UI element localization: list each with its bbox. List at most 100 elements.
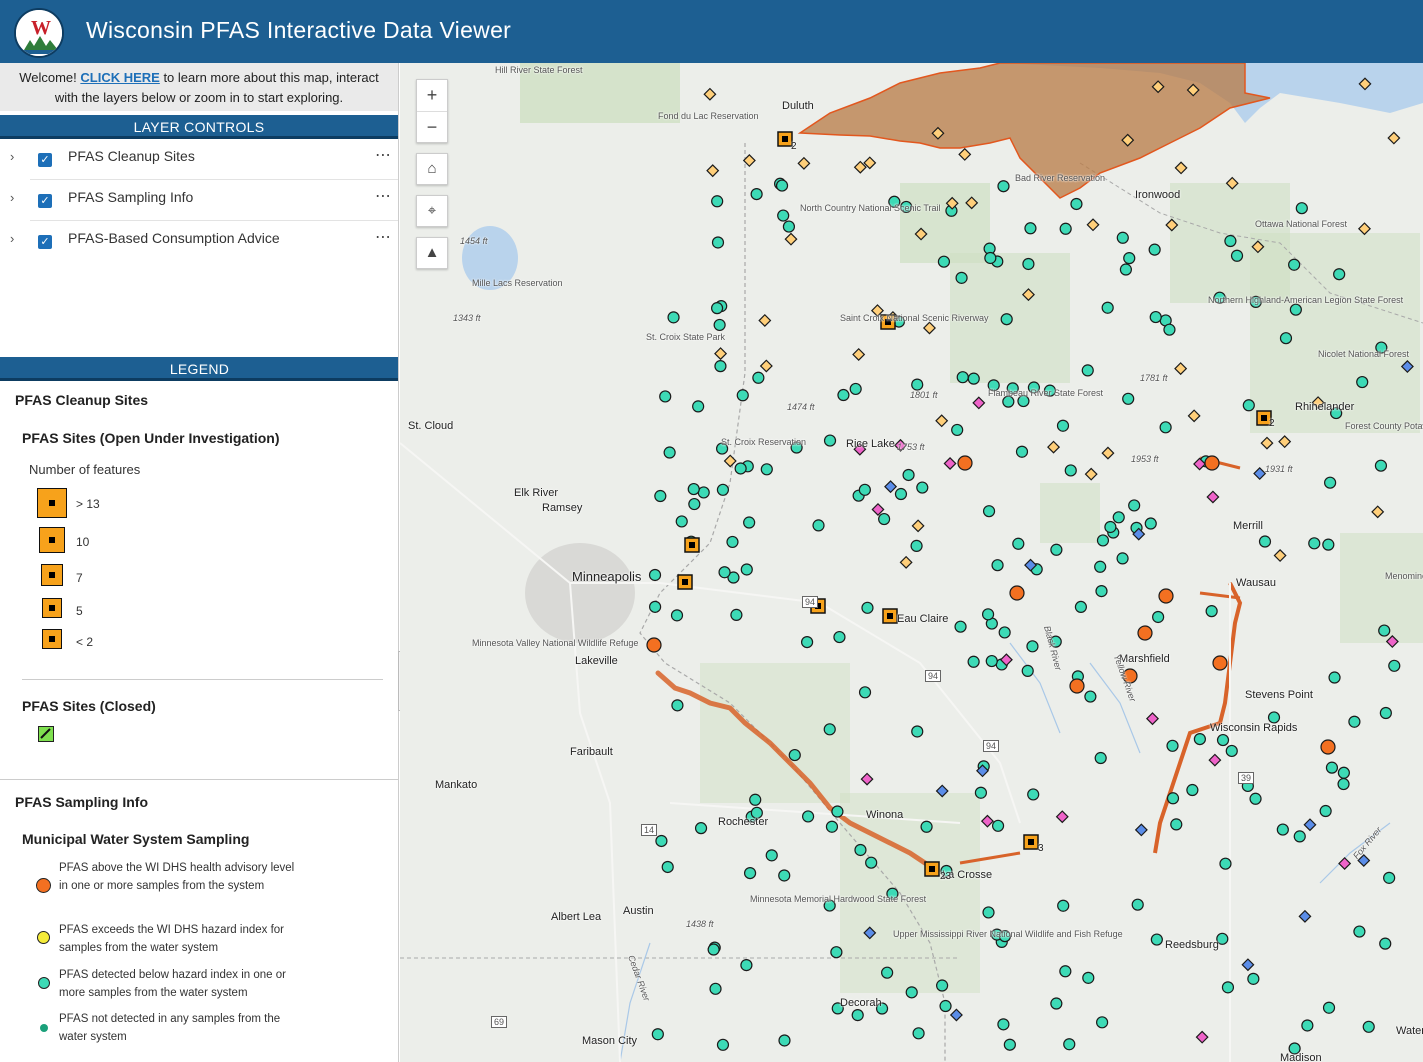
municipal-detected-marker[interactable] (752, 371, 765, 384)
consumption-advice-marker[interactable] (1273, 549, 1287, 563)
municipal-detected-marker[interactable] (1026, 640, 1039, 653)
municipal-detected-marker[interactable] (851, 1008, 864, 1022)
municipal-detected-marker[interactable] (916, 481, 929, 494)
chevron-right-icon[interactable]: › (10, 149, 14, 164)
consumption-advice-marker[interactable] (1101, 446, 1115, 460)
compass-icon[interactable]: ▲ (416, 237, 448, 269)
municipal-detected-marker[interactable] (716, 1038, 730, 1051)
consumption-advice-marker[interactable] (1047, 440, 1061, 454)
municipal-detected-marker[interactable] (782, 220, 796, 233)
municipal-detected-marker[interactable] (687, 482, 700, 496)
municipal-detected-marker[interactable] (1022, 257, 1035, 271)
municipal-detected-marker[interactable] (1152, 610, 1165, 624)
municipal-detected-marker[interactable] (750, 187, 763, 201)
municipal-detected-marker[interactable] (1064, 464, 1077, 477)
municipal-detected-marker[interactable] (1131, 898, 1144, 911)
municipal-detected-marker[interactable] (654, 489, 667, 503)
layer-row-consumption-advice[interactable]: › ✓ PFAS-Based Consumption Advice ⋯ (10, 221, 398, 262)
zoom-out-button[interactable]: − (417, 112, 447, 144)
municipal-detected-marker[interactable] (1378, 624, 1391, 637)
municipal-detected-marker[interactable] (778, 869, 791, 882)
more-options-icon[interactable]: ⋯ (375, 186, 392, 206)
municipal-detected-marker[interactable] (1119, 263, 1132, 276)
municipal-detected-marker[interactable] (655, 834, 668, 848)
sampling-diamond-marker[interactable] (1298, 909, 1312, 923)
municipal-detected-marker[interactable] (1024, 222, 1037, 235)
municipal-above-marker[interactable] (957, 455, 973, 471)
locate-icon[interactable]: ⌖ (416, 195, 448, 227)
municipal-detected-marker[interactable] (1166, 792, 1180, 805)
municipal-detected-marker[interactable] (1301, 1019, 1314, 1032)
consumption-advice-marker[interactable] (714, 347, 728, 361)
municipal-detected-marker[interactable] (912, 1027, 925, 1040)
consumption-advice-marker[interactable] (1357, 222, 1371, 236)
municipal-detected-marker[interactable] (831, 805, 844, 818)
municipal-detected-marker[interactable] (849, 382, 862, 396)
municipal-detected-marker[interactable] (1242, 399, 1255, 412)
zoom-in-button[interactable]: + (417, 80, 447, 112)
municipal-detected-marker[interactable] (967, 655, 980, 668)
municipal-detected-marker[interactable] (1081, 364, 1094, 377)
sampling-diamond-marker[interactable] (1195, 1030, 1209, 1044)
municipal-detected-marker[interactable] (865, 856, 878, 869)
municipal-detected-marker[interactable] (1219, 857, 1232, 870)
home-icon[interactable]: ⌂ (416, 153, 448, 185)
municipal-detected-marker[interactable] (984, 251, 997, 265)
municipal-detected-marker[interactable] (1325, 761, 1339, 774)
municipal-detected-marker[interactable] (760, 463, 773, 476)
consumption-advice-marker[interactable] (1174, 161, 1188, 175)
municipal-detected-marker[interactable] (743, 516, 756, 529)
municipal-detected-marker[interactable] (1221, 981, 1235, 994)
municipal-detected-marker[interactable] (1116, 552, 1129, 565)
municipal-detected-marker[interactable] (1116, 231, 1129, 244)
map-view[interactable]: Hill River State Forest Fond du Lac Rese… (400, 63, 1423, 1062)
municipal-detected-marker[interactable] (1166, 739, 1179, 752)
municipal-detected-marker[interactable] (1362, 1020, 1375, 1033)
chevron-right-icon[interactable]: › (10, 190, 14, 205)
consumption-advice-marker[interactable] (911, 519, 925, 533)
municipal-detected-marker[interactable] (1337, 766, 1350, 779)
layer-visibility-checkbox[interactable]: ✓ (38, 194, 52, 208)
municipal-detected-marker[interactable] (985, 654, 998, 668)
sampling-diamond-marker[interactable] (884, 480, 898, 494)
consumption-advice-marker[interactable] (1174, 362, 1188, 376)
municipal-detected-marker[interactable] (1193, 732, 1206, 746)
municipal-detected-marker[interactable] (1159, 421, 1172, 434)
municipal-above-marker[interactable] (646, 637, 662, 653)
layer-visibility-checkbox[interactable]: ✓ (38, 153, 52, 167)
sampling-diamond-marker[interactable] (1134, 823, 1148, 837)
municipal-detected-marker[interactable] (920, 820, 933, 833)
consumption-advice-marker[interactable] (1260, 436, 1274, 450)
municipal-detected-marker[interactable] (778, 1034, 791, 1047)
municipal-above-marker[interactable] (1009, 585, 1025, 601)
municipal-detected-marker[interactable] (830, 946, 843, 959)
municipal-detected-marker[interactable] (1021, 664, 1034, 677)
sampling-diamond-marker[interactable] (1206, 490, 1220, 504)
municipal-detected-marker[interactable] (1319, 804, 1332, 818)
sampling-diamond-marker[interactable] (1338, 856, 1352, 870)
municipal-detected-marker[interactable] (1095, 584, 1108, 598)
municipal-detected-marker[interactable] (1374, 459, 1388, 472)
municipal-detected-marker[interactable] (1356, 375, 1369, 389)
municipal-detected-marker[interactable] (1279, 332, 1293, 345)
municipal-detected-marker[interactable] (661, 860, 674, 874)
municipal-detected-marker[interactable] (1144, 517, 1157, 530)
municipal-detected-marker[interactable] (951, 423, 964, 437)
municipal-detected-marker[interactable] (854, 843, 867, 857)
sampling-diamond-marker[interactable] (1303, 818, 1317, 832)
municipal-detected-marker[interactable] (1163, 323, 1176, 336)
municipal-detected-marker[interactable] (1353, 925, 1366, 938)
municipal-detected-marker[interactable] (910, 539, 923, 552)
municipal-detected-marker[interactable] (982, 505, 996, 518)
municipal-detected-marker[interactable] (1149, 310, 1162, 324)
municipal-detected-marker[interactable] (1128, 499, 1141, 512)
municipal-detected-marker[interactable] (981, 608, 995, 621)
municipal-detected-marker[interactable] (997, 1018, 1010, 1031)
municipal-detected-marker[interactable] (982, 906, 995, 919)
consumption-advice-marker[interactable] (935, 414, 949, 428)
click-here-link[interactable]: CLICK HERE (80, 70, 159, 85)
municipal-detected-marker[interactable] (707, 943, 720, 956)
municipal-detected-marker[interactable] (726, 535, 739, 549)
municipal-detected-marker[interactable] (1094, 560, 1107, 573)
municipal-detected-marker[interactable] (713, 318, 726, 332)
